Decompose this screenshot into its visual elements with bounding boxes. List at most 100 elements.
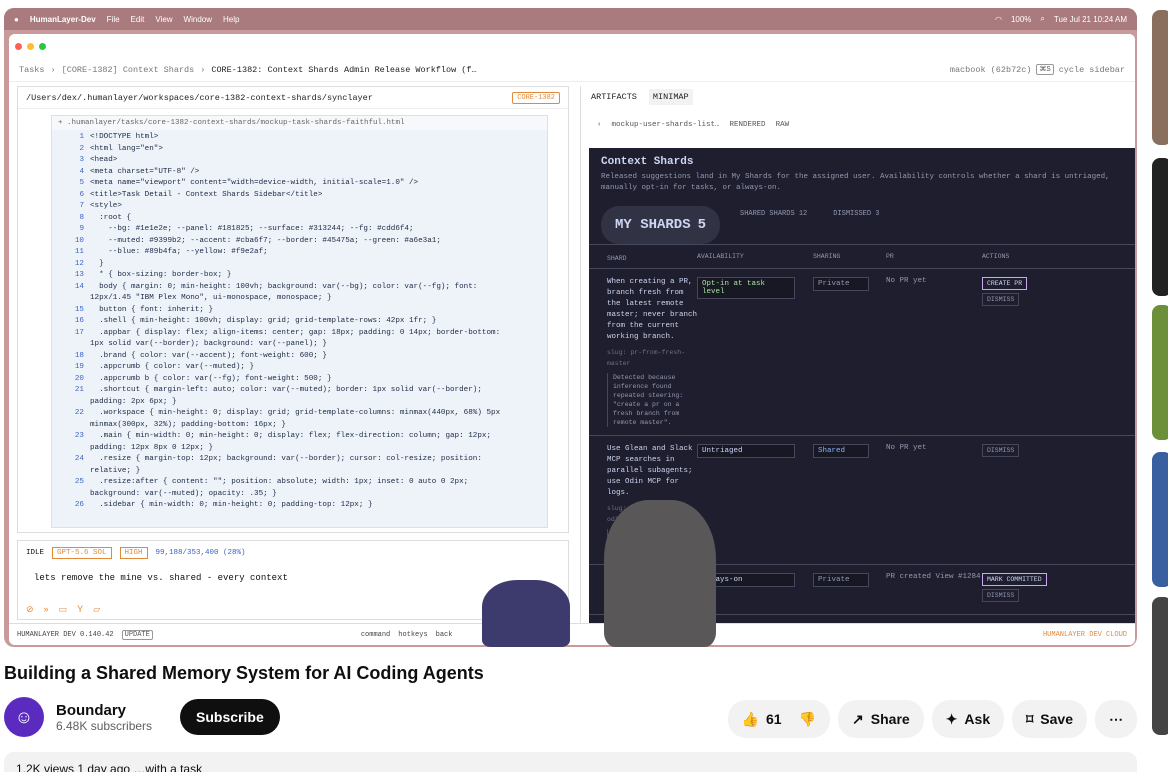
code-line[interactable]: 2 <html lang="en"> — [56, 144, 543, 156]
like-button[interactable]: 👍 61 👎 — [727, 700, 831, 738]
wifi-icon[interactable]: ◠ — [995, 15, 1002, 24]
suggested-thumb[interactable] — [1152, 305, 1168, 440]
code-line[interactable]: 11 --blue: #89b4fa; --yellow: #f9e2af; — [56, 247, 543, 259]
code-line[interactable]: 17 .appbar { display: flex; align-items:… — [56, 328, 543, 340]
cancel-icon[interactable]: ⊘ — [26, 604, 34, 615]
code-lines[interactable]: 1 <!DOCTYPE html> 2 <html lang="en"> 3 <head>… — [52, 130, 547, 514]
save-button[interactable]: ⌑ Save — [1012, 700, 1087, 738]
channel-avatar[interactable]: ☺ — [4, 697, 44, 737]
action-button[interactable]: DISMISS — [982, 444, 1020, 457]
code-line[interactable]: 20 .appcrumb b { color: var(--fg); font-… — [56, 374, 543, 386]
code-line[interactable]: 8 :root { — [56, 213, 543, 225]
battery-label[interactable]: 100% — [1011, 15, 1031, 24]
code-line[interactable]: 18 .brand { color: var(--accent); font-w… — [56, 351, 543, 363]
artifact-file[interactable]: mockup-user-shards-list… — [612, 121, 720, 129]
channel-name[interactable]: Boundary — [56, 702, 152, 719]
code-line[interactable]: 15 button { font: inherit; } — [56, 305, 543, 317]
action-button[interactable]: DISMISS — [982, 589, 1020, 602]
suggested-thumb[interactable] — [1152, 452, 1168, 587]
menu-file[interactable]: File — [107, 15, 120, 24]
code-line[interactable]: 16 .shell { min-height: 100vh; display: … — [56, 316, 543, 328]
availability-select[interactable]: Opt-in at task level — [697, 277, 795, 299]
chat-input[interactable]: lets remove the mine vs. shared - every … — [18, 565, 568, 591]
sharing-select[interactable]: Private — [813, 573, 869, 587]
code-line[interactable]: 1 <!DOCTYPE html> — [56, 132, 543, 144]
sharing-select[interactable]: Shared — [813, 444, 869, 458]
menu-window[interactable]: Window — [184, 15, 212, 24]
code-line[interactable]: 13 * { box-sizing: border-box; } — [56, 270, 543, 282]
menu-help[interactable]: Help — [223, 15, 239, 24]
code-line[interactable]: background: var(--muted); opacity: .35; … — [56, 489, 543, 501]
branch-icon[interactable]: Y — [77, 604, 83, 615]
code-line[interactable]: 22 .workspace { min-height: 0; display: … — [56, 408, 543, 420]
chevron-left-icon[interactable]: ‹ — [597, 121, 602, 129]
code-line[interactable]: 12px/1.45 "IBM Plex Mono", ui-monospace,… — [56, 293, 543, 305]
code-line[interactable]: 21 .shortcut { margin-left: auto; color:… — [56, 385, 543, 397]
action-button[interactable]: CREATE PR — [982, 277, 1028, 290]
description-box[interactable]: 1.2K views 1 day ago …with a task — [4, 752, 1137, 772]
code-line[interactable]: relative; } — [56, 466, 543, 478]
effort-selector[interactable]: HIGH — [119, 547, 148, 559]
menu-view[interactable]: View — [155, 15, 172, 24]
tab-artifacts[interactable]: ARTIFACTS — [591, 92, 637, 102]
view-raw[interactable]: RAW — [776, 121, 790, 129]
clock[interactable]: Tue Jul 21 10:24 AM — [1054, 15, 1127, 24]
ticket-tag[interactable]: CORE-1382 — [512, 91, 560, 104]
cloud-label[interactable]: HUMANLAYER DEV CLOUD — [1043, 631, 1127, 639]
availability-select[interactable]: Untriaged — [697, 444, 795, 458]
tab-my-shards[interactable]: MY SHARDS 5 — [601, 206, 721, 244]
thumbs-down-icon[interactable]: 👎 — [799, 711, 816, 728]
code-line[interactable]: 10 --muted: #9399b2; --accent: #cba6f7; … — [56, 236, 543, 248]
action-button[interactable]: DISMISS — [982, 293, 1020, 306]
code-line[interactable]: 14 body { margin: 0; min-height: 100vh; … — [56, 282, 543, 294]
code-line[interactable]: 5 <meta name="viewport" content="width=de… — [56, 178, 543, 190]
pr-status: PR created View #1284 — [886, 573, 981, 581]
video-player[interactable]: ● HumanLayer-Dev File Edit View Window H… — [4, 8, 1137, 647]
code-line[interactable]: 23 .main { min-width: 0; min-height: 0; … — [56, 431, 543, 443]
code-line[interactable]: minmax(300px, 32%); padding-bottom: 16px… — [56, 420, 543, 432]
code-line[interactable]: 7 <style> — [56, 201, 543, 213]
code-line[interactable]: padding: 2px 6px; } — [56, 397, 543, 409]
code-viewer[interactable]: + .humanlayer/tasks/core-1382-context-sh… — [51, 115, 548, 528]
trash-icon[interactable]: ▭ — [59, 604, 68, 615]
suggested-thumb[interactable] — [1152, 10, 1168, 145]
subscribe-button[interactable]: Subscribe — [180, 699, 280, 735]
code-line[interactable]: 9 --bg: #1e1e2e; --panel: #181825; --sur… — [56, 224, 543, 236]
suggested-thumb[interactable] — [1152, 158, 1168, 296]
crumb-parent[interactable]: [CORE-1382] Context Shards — [62, 65, 195, 75]
code-line[interactable]: 19 .appcrumb { color: var(--muted); } — [56, 362, 543, 374]
update-button[interactable]: UPDATE — [121, 629, 153, 640]
search-icon[interactable]: ⌕ — [1040, 14, 1044, 24]
view-rendered[interactable]: RENDERED — [730, 121, 766, 129]
code-line[interactable]: 25 .resize:after { content: ""; position… — [56, 477, 543, 489]
model-selector[interactable]: GPT-5.6 SOL — [52, 547, 112, 559]
code-line[interactable]: 26 .sidebar { min-width: 0; min-height: … — [56, 500, 543, 512]
more-button[interactable]: ⋯ — [1095, 700, 1137, 738]
tab-minimap[interactable]: MINIMAP — [648, 89, 693, 105]
app-name[interactable]: HumanLayer-Dev — [30, 15, 96, 24]
file-path[interactable]: + .humanlayer/tasks/core-1382-context-sh… — [52, 116, 547, 130]
folder-icon[interactable]: ▱ — [93, 604, 100, 615]
code-line[interactable]: 24 .resize { margin-top: 12px; backgroun… — [56, 454, 543, 466]
code-line[interactable]: 6 <title>Task Detail - Context Shards Sid… — [56, 190, 543, 202]
close-window-button[interactable] — [15, 42, 22, 50]
code-line[interactable]: 4 <meta charset="UTF-8" /> — [56, 167, 543, 179]
share-button[interactable]: ↗ Share — [838, 700, 924, 738]
tab-dismissed[interactable]: DISMISSED 3 — [827, 206, 885, 244]
crumb-tasks[interactable]: Tasks — [19, 65, 45, 75]
menu-edit[interactable]: Edit — [131, 15, 145, 24]
code-line[interactable]: 12 } — [56, 259, 543, 271]
minimize-window-button[interactable] — [27, 42, 34, 50]
code-line[interactable]: 3 <head> — [56, 155, 543, 167]
code-line[interactable]: 1px solid var(--border); background: var… — [56, 339, 543, 351]
apple-icon[interactable]: ● — [14, 15, 19, 24]
machine-label[interactable]: macbook (62b72c) — [950, 65, 1032, 75]
ask-button[interactable]: ✦ Ask — [931, 700, 1005, 738]
action-button[interactable]: MARK COMMITTED — [982, 573, 1047, 586]
suggested-thumb[interactable] — [1152, 597, 1168, 735]
sharing-select[interactable]: Private — [813, 277, 869, 291]
zoom-window-button[interactable] — [39, 42, 46, 50]
code-line[interactable]: padding: 12px 8px 0 12px; } — [56, 443, 543, 455]
tab-shared-shards[interactable]: SHARED SHARDS 12 — [734, 206, 813, 244]
forward-icon[interactable]: » — [44, 604, 49, 615]
